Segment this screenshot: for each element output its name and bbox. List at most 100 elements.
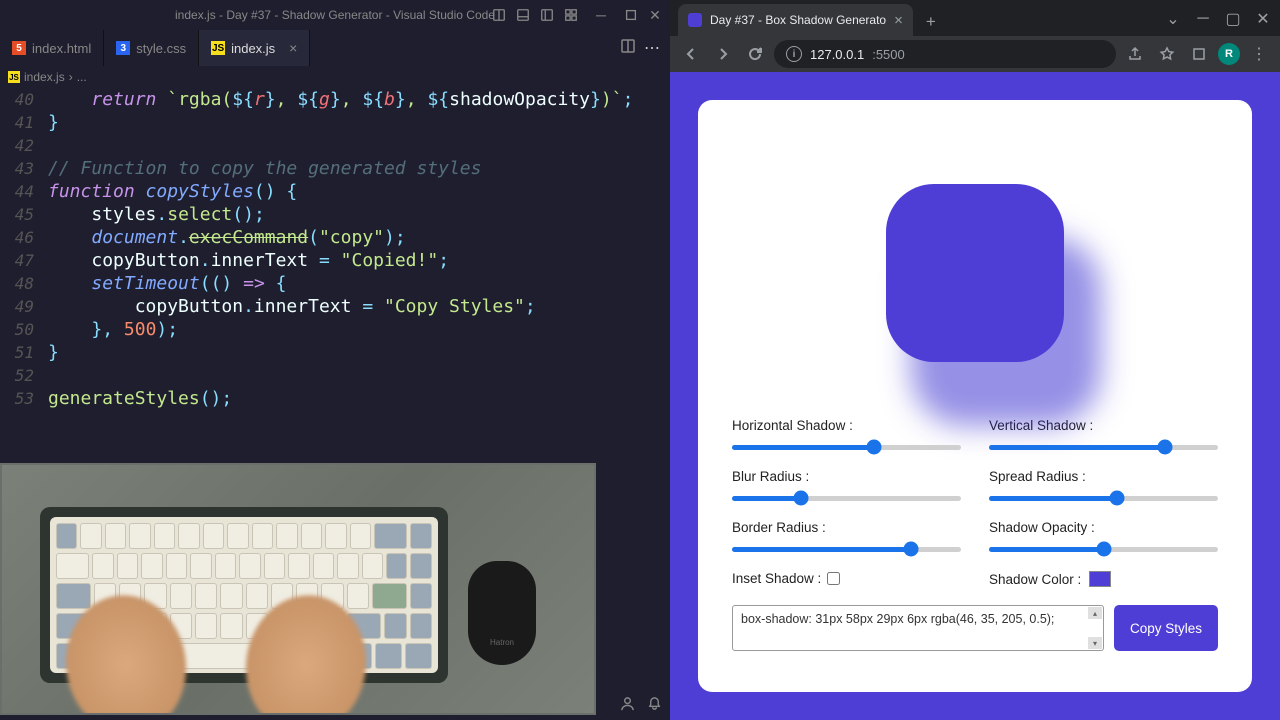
close-icon[interactable]: ✕ — [1252, 8, 1274, 30]
js-icon: JS — [8, 71, 20, 83]
css-icon: 3 — [116, 41, 130, 55]
tab-index-js[interactable]: JS index.js × — [199, 30, 310, 66]
vscode-title: index.js - Day #37 - Shadow Generator - … — [175, 8, 495, 22]
statusbar — [620, 696, 662, 716]
customize-icon[interactable] — [562, 6, 580, 24]
slider-blur[interactable] — [732, 490, 961, 506]
output-text: box-shadow: 31px 58px 29px 6px rgba(46, … — [741, 612, 1054, 626]
code-line[interactable]: 51} — [0, 341, 670, 364]
output-textarea[interactable]: box-shadow: 31px 58px 29px 6px rgba(46, … — [732, 605, 1104, 651]
panel-icon[interactable] — [514, 6, 532, 24]
code-line[interactable]: 42 — [0, 134, 670, 157]
site-info-icon[interactable]: i — [786, 46, 802, 62]
breadcrumb[interactable]: JS index.js › ... — [0, 66, 670, 88]
code-line[interactable]: 49 copyButton.innerText = "Copy Styles"; — [0, 295, 670, 318]
code-line[interactable]: 40 return `rgba(${r}, ${g}, ${b}, ${shad… — [0, 88, 670, 111]
browser-window: Day #37 - Box Shadow Generato × + ⌄ ─ ▢ … — [670, 0, 1280, 720]
tab-label: index.html — [32, 41, 91, 56]
slider-spread[interactable] — [989, 490, 1218, 506]
browser-window-controls: ⌄ ─ ▢ ✕ — [1162, 8, 1274, 30]
code-line[interactable]: 52 — [0, 364, 670, 387]
split-icon[interactable] — [620, 38, 636, 59]
mouse-brand: Hatron — [490, 638, 514, 647]
maximize-icon[interactable] — [622, 6, 640, 24]
color-swatch[interactable] — [1089, 571, 1111, 587]
slider-opacity[interactable] — [989, 541, 1218, 557]
browser-toolbar: i 127.0.0.1 :5500 R ⋮ — [670, 36, 1280, 72]
code-line[interactable]: 44function copyStyles() { — [0, 180, 670, 203]
tab-label: style.css — [136, 41, 186, 56]
code-line[interactable]: 41} — [0, 111, 670, 134]
minimize-icon[interactable]: ─ — [1192, 8, 1214, 30]
label-spread: Spread Radius : — [989, 469, 1218, 484]
address-bar[interactable]: i 127.0.0.1 :5500 — [774, 40, 1116, 68]
sidebar-icon[interactable] — [538, 6, 556, 24]
code-line[interactable]: 45 styles.select(); — [0, 203, 670, 226]
control-inset: Inset Shadow : — [732, 571, 961, 587]
tab-index-html[interactable]: 5 index.html — [0, 30, 104, 66]
label-blur: Blur Radius : — [732, 469, 961, 484]
breadcrumb-sep: › — [69, 70, 73, 84]
label-opacity: Shadow Opacity : — [989, 520, 1218, 535]
window-controls: ─ ✕ — [490, 6, 664, 24]
reload-button[interactable] — [742, 41, 768, 67]
code-line[interactable]: 50 }, 500); — [0, 318, 670, 341]
bookmark-icon[interactable] — [1154, 41, 1180, 67]
code-line[interactable]: 46 document.execCommand("copy"); — [0, 226, 670, 249]
vscode-titlebar: index.js - Day #37 - Shadow Generator - … — [0, 0, 670, 30]
back-button[interactable] — [678, 41, 704, 67]
browser-tab[interactable]: Day #37 - Box Shadow Generato × — [678, 4, 913, 36]
code-line[interactable]: 53generateStyles(); — [0, 387, 670, 410]
control-spread: Spread Radius : — [989, 469, 1218, 506]
browser-tab-title: Day #37 - Box Shadow Generato — [710, 13, 886, 27]
new-tab-button[interactable]: + — [917, 8, 945, 36]
code-line[interactable]: 43// Function to copy the generated styl… — [0, 157, 670, 180]
extensions-icon[interactable] — [1186, 41, 1212, 67]
checkbox-inset[interactable] — [827, 572, 840, 585]
tab-close-icon[interactable]: × — [289, 40, 297, 56]
account-icon[interactable] — [620, 696, 635, 716]
toolbar-right: R ⋮ — [1122, 41, 1272, 67]
webcam-overlay: Hatron — [0, 463, 596, 715]
menu-icon[interactable]: ⋮ — [1246, 41, 1272, 67]
more-icon[interactable]: ⋯ — [644, 38, 660, 58]
slider-horizontal[interactable] — [732, 439, 961, 455]
address-port: :5500 — [872, 47, 905, 62]
code-line[interactable]: 48 setTimeout(() => { — [0, 272, 670, 295]
desk-surface: Hatron — [2, 465, 594, 713]
label-vertical: Vertical Shadow : — [989, 418, 1218, 433]
profile-avatar[interactable]: R — [1218, 43, 1240, 65]
mouse: Hatron — [468, 561, 536, 665]
layout-icon[interactable] — [490, 6, 508, 24]
textarea-scroll[interactable]: ▴▾ — [1088, 607, 1102, 649]
label-inset: Inset Shadow : — [732, 571, 821, 586]
slider-vertical[interactable] — [989, 439, 1218, 455]
breadcrumb-more: ... — [77, 70, 87, 84]
tab-close-icon[interactable]: × — [894, 12, 903, 29]
maximize-icon[interactable]: ▢ — [1222, 8, 1244, 30]
minimize-icon[interactable]: ─ — [586, 6, 616, 24]
control-blur: Blur Radius : — [732, 469, 961, 506]
bell-icon[interactable] — [647, 696, 662, 716]
favicon — [688, 13, 702, 27]
copy-button[interactable]: Copy Styles — [1114, 605, 1218, 651]
address-host: 127.0.0.1 — [810, 47, 864, 62]
tab-label: index.js — [231, 41, 275, 56]
label-color: Shadow Color : — [989, 572, 1081, 587]
share-icon[interactable] — [1122, 41, 1148, 67]
close-icon[interactable]: ✕ — [646, 6, 664, 24]
control-horizontal: Horizontal Shadow : — [732, 418, 961, 455]
slider-border[interactable] — [732, 541, 961, 557]
generator-card: Horizontal Shadow : Vertical Shadow : Bl… — [698, 100, 1252, 692]
forward-button[interactable] — [710, 41, 736, 67]
code-editor[interactable]: 40 return `rgba(${r}, ${g}, ${b}, ${shad… — [0, 88, 670, 410]
tab-style-css[interactable]: 3 style.css — [104, 30, 199, 66]
label-horizontal: Horizontal Shadow : — [732, 418, 961, 433]
js-icon: JS — [211, 41, 225, 55]
label-border: Border Radius : — [732, 520, 961, 535]
chevron-down-icon[interactable]: ⌄ — [1162, 8, 1184, 30]
preview-zone — [732, 128, 1218, 418]
code-line[interactable]: 47 copyButton.innerText = "Copied!"; — [0, 249, 670, 272]
vscode-tabbar: 5 index.html 3 style.css JS index.js × ⋯ — [0, 30, 670, 66]
control-vertical: Vertical Shadow : — [989, 418, 1218, 455]
